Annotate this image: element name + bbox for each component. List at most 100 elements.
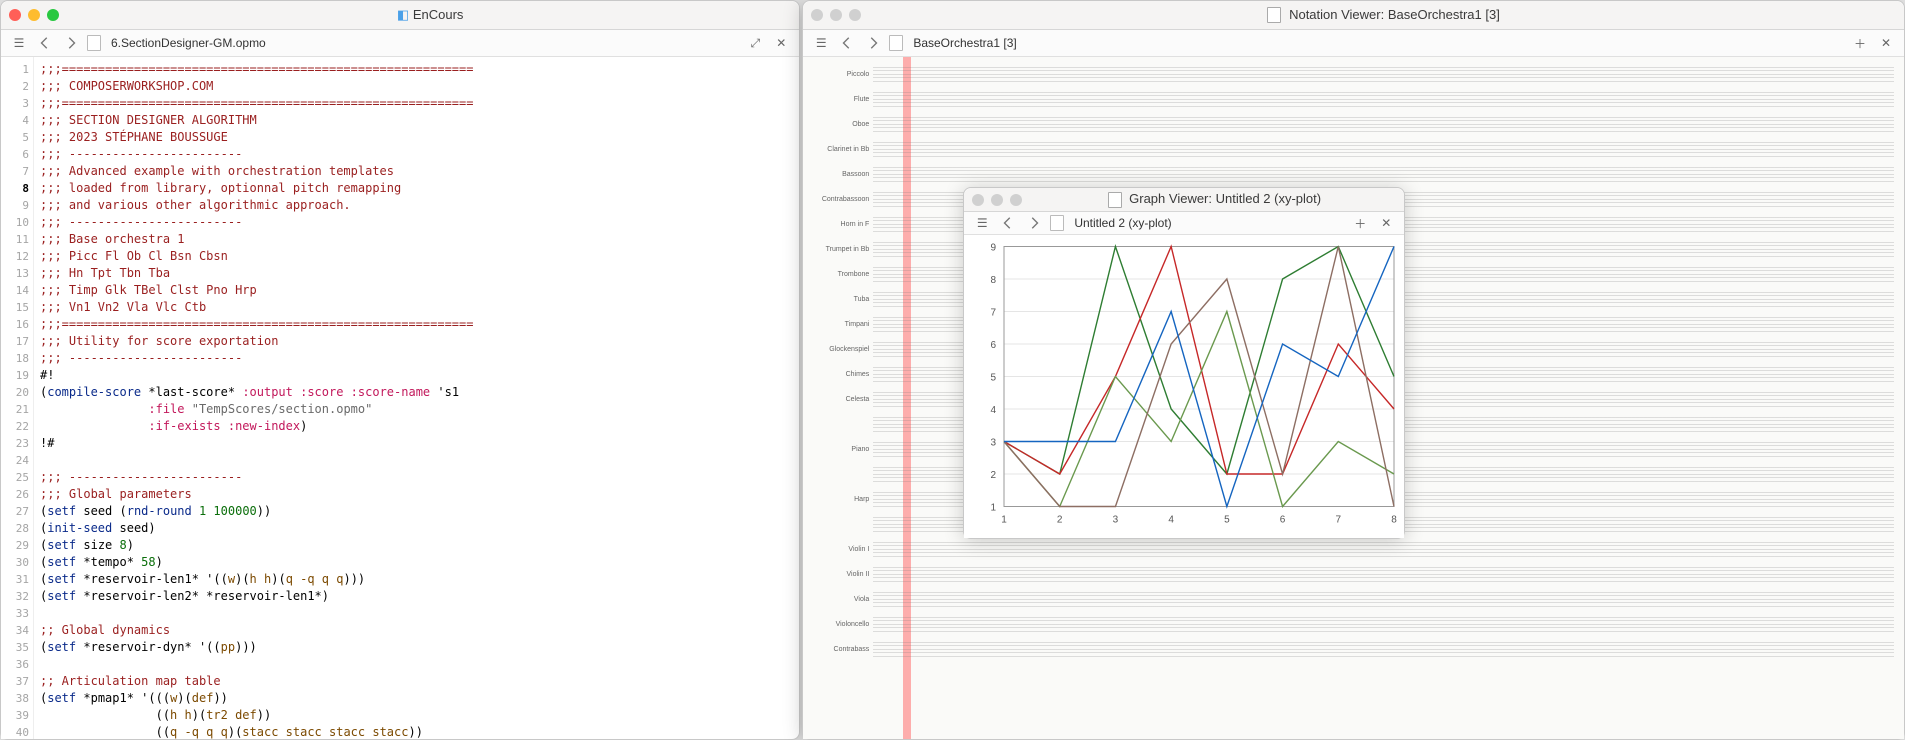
svg-text:1: 1	[991, 503, 997, 514]
notation-filename[interactable]: BaseOrchestra1 [3]	[913, 36, 1016, 50]
code-line[interactable]	[40, 656, 799, 673]
code-line[interactable]: ;; Articulation map table	[40, 673, 799, 690]
code-line[interactable]: ;;; Utility for score exportation	[40, 333, 799, 350]
staff[interactable]	[873, 89, 1894, 109]
code-line[interactable]: ;;; Hn Tpt Tbn Tba	[40, 265, 799, 282]
code-line[interactable]: ;;; Advanced example with orchestration …	[40, 163, 799, 180]
code-line[interactable]: (compile-score *last-score* :output :sco…	[40, 384, 799, 401]
code-line[interactable]: :if-exists :new-index)	[40, 418, 799, 435]
add-icon[interactable]: ＋	[1850, 33, 1870, 53]
code-area[interactable]: ;;;=====================================…	[34, 57, 799, 739]
close-tab-icon[interactable]: ✕	[1376, 213, 1396, 233]
line-number: 9	[1, 197, 29, 214]
code-line[interactable]: ;; Global dynamics	[40, 622, 799, 639]
code-line[interactable]: ;;; COMPOSERWORKSHOP.COM	[40, 78, 799, 95]
editor-titlebar: ◧ EnCours	[1, 1, 799, 30]
staff[interactable]	[873, 564, 1894, 584]
minimize-button[interactable]	[991, 194, 1003, 206]
line-number: 1	[1, 61, 29, 78]
staff[interactable]	[873, 114, 1894, 134]
code-line[interactable]: ;;; loaded from library, optionnal pitch…	[40, 180, 799, 197]
instrument-row: Viola	[813, 588, 1894, 610]
code-line[interactable]: (setf *reservoir-len1* '((w)(h h)(q -q q…	[40, 571, 799, 588]
staff[interactable]	[873, 64, 1894, 84]
code-line[interactable]: (setf *reservoir-len2* *reservoir-len1*)	[40, 588, 799, 605]
code-line[interactable]: ;;; ------------------------	[40, 350, 799, 367]
file-icon	[889, 35, 903, 51]
zoom-button[interactable]	[1010, 194, 1022, 206]
code-line[interactable]: ;;; ------------------------	[40, 146, 799, 163]
code-line[interactable]: (setf seed (rnd-round 1 100000))	[40, 503, 799, 520]
close-button[interactable]	[811, 9, 823, 21]
staff[interactable]	[873, 589, 1894, 609]
staff[interactable]	[873, 614, 1894, 634]
code-line[interactable]: ;;; Picc Fl Ob Cl Bsn Cbsn	[40, 248, 799, 265]
code-line[interactable]: ;;; SECTION DESIGNER ALGORITHM	[40, 112, 799, 129]
line-number: 14	[1, 282, 29, 299]
line-number: 37	[1, 673, 29, 690]
code-line[interactable]: ;;; 2023 STÉPHANE BOUSSUGE	[40, 129, 799, 146]
code-line[interactable]	[40, 452, 799, 469]
instrument-label: Harp	[813, 496, 873, 503]
code-line[interactable]: (setf size 8)	[40, 537, 799, 554]
code-line[interactable]: (setf *tempo* 58)	[40, 554, 799, 571]
code-line[interactable]: ;;; Base orchestra 1	[40, 231, 799, 248]
back-button[interactable]	[837, 33, 857, 53]
close-tab-icon[interactable]: ✕	[1876, 33, 1896, 53]
sidebar-toggle-icon[interactable]: ☰	[811, 33, 831, 53]
code-line[interactable]: !#	[40, 435, 799, 452]
sidebar-toggle-icon[interactable]: ☰	[972, 213, 992, 233]
instrument-row: Violin II	[813, 563, 1894, 585]
staff[interactable]	[873, 539, 1894, 559]
back-button[interactable]	[35, 33, 55, 53]
staff[interactable]	[873, 139, 1894, 159]
editor-filename[interactable]: 6.SectionDesigner-GM.opmo	[111, 36, 266, 50]
code-line[interactable]	[40, 605, 799, 622]
line-number: 24	[1, 452, 29, 469]
code-editor[interactable]: 1234567891011121314151617181920212223242…	[1, 57, 799, 739]
code-line[interactable]: ;;; Timp Glk TBel Clst Pno Hrp	[40, 282, 799, 299]
back-button[interactable]	[998, 213, 1018, 233]
code-line[interactable]: ;;; and various other algorithmic approa…	[40, 197, 799, 214]
sidebar-toggle-icon[interactable]: ☰	[9, 33, 29, 53]
code-line[interactable]: :file "TempScores/section.opmo"	[40, 401, 799, 418]
xy-plot[interactable]: 12345678912345678	[964, 235, 1404, 538]
close-button[interactable]	[9, 9, 21, 21]
minimize-button[interactable]	[830, 9, 842, 21]
line-number: 6	[1, 146, 29, 163]
code-line[interactable]: ;;;=====================================…	[40, 95, 799, 112]
code-line[interactable]: (init-seed seed)	[40, 520, 799, 537]
score-viewport[interactable]: PiccoloFluteOboeClarinet in BbBassoonCon…	[803, 57, 1904, 739]
zoom-button[interactable]	[47, 9, 59, 21]
svg-text:3: 3	[991, 438, 997, 449]
popout-icon[interactable]: ⤢	[745, 33, 765, 53]
code-line[interactable]: ;;;=====================================…	[40, 61, 799, 78]
code-line[interactable]: ((q -q q q)(stacc stacc stacc stacc))	[40, 724, 799, 739]
code-line[interactable]: ;;;=====================================…	[40, 316, 799, 333]
forward-button[interactable]	[61, 33, 81, 53]
minimize-button[interactable]	[28, 9, 40, 21]
close-tab-icon[interactable]: ✕	[771, 33, 791, 53]
line-number: 17	[1, 333, 29, 350]
code-line[interactable]: (setf *pmap1* '(((w)(def))	[40, 690, 799, 707]
staff[interactable]	[873, 639, 1894, 659]
window-title-text: Graph Viewer: Untitled 2 (xy-plot)	[1129, 191, 1321, 206]
code-line[interactable]: ;;; ------------------------	[40, 214, 799, 231]
line-number: 39	[1, 707, 29, 724]
window-title-text: EnCours	[413, 7, 464, 22]
code-line[interactable]: (setf *reservoir-dyn* '((pp)))	[40, 639, 799, 656]
forward-button[interactable]	[1024, 213, 1044, 233]
code-line[interactable]: #!	[40, 367, 799, 384]
instrument-label: Contrabassoon	[813, 196, 873, 203]
staff[interactable]	[873, 164, 1894, 184]
close-button[interactable]	[972, 194, 984, 206]
zoom-button[interactable]	[849, 9, 861, 21]
code-line[interactable]: ;;; Global parameters	[40, 486, 799, 503]
code-line[interactable]: ;;; Vn1 Vn2 Vla Vlc Ctb	[40, 299, 799, 316]
forward-button[interactable]	[863, 33, 883, 53]
graph-filename[interactable]: Untitled 2 (xy-plot)	[1074, 216, 1171, 230]
editor-window-title: ◧ EnCours	[69, 7, 791, 23]
code-line[interactable]: ;;; ------------------------	[40, 469, 799, 486]
add-icon[interactable]: ＋	[1350, 213, 1370, 233]
code-line[interactable]: ((h h)(tr2 def))	[40, 707, 799, 724]
